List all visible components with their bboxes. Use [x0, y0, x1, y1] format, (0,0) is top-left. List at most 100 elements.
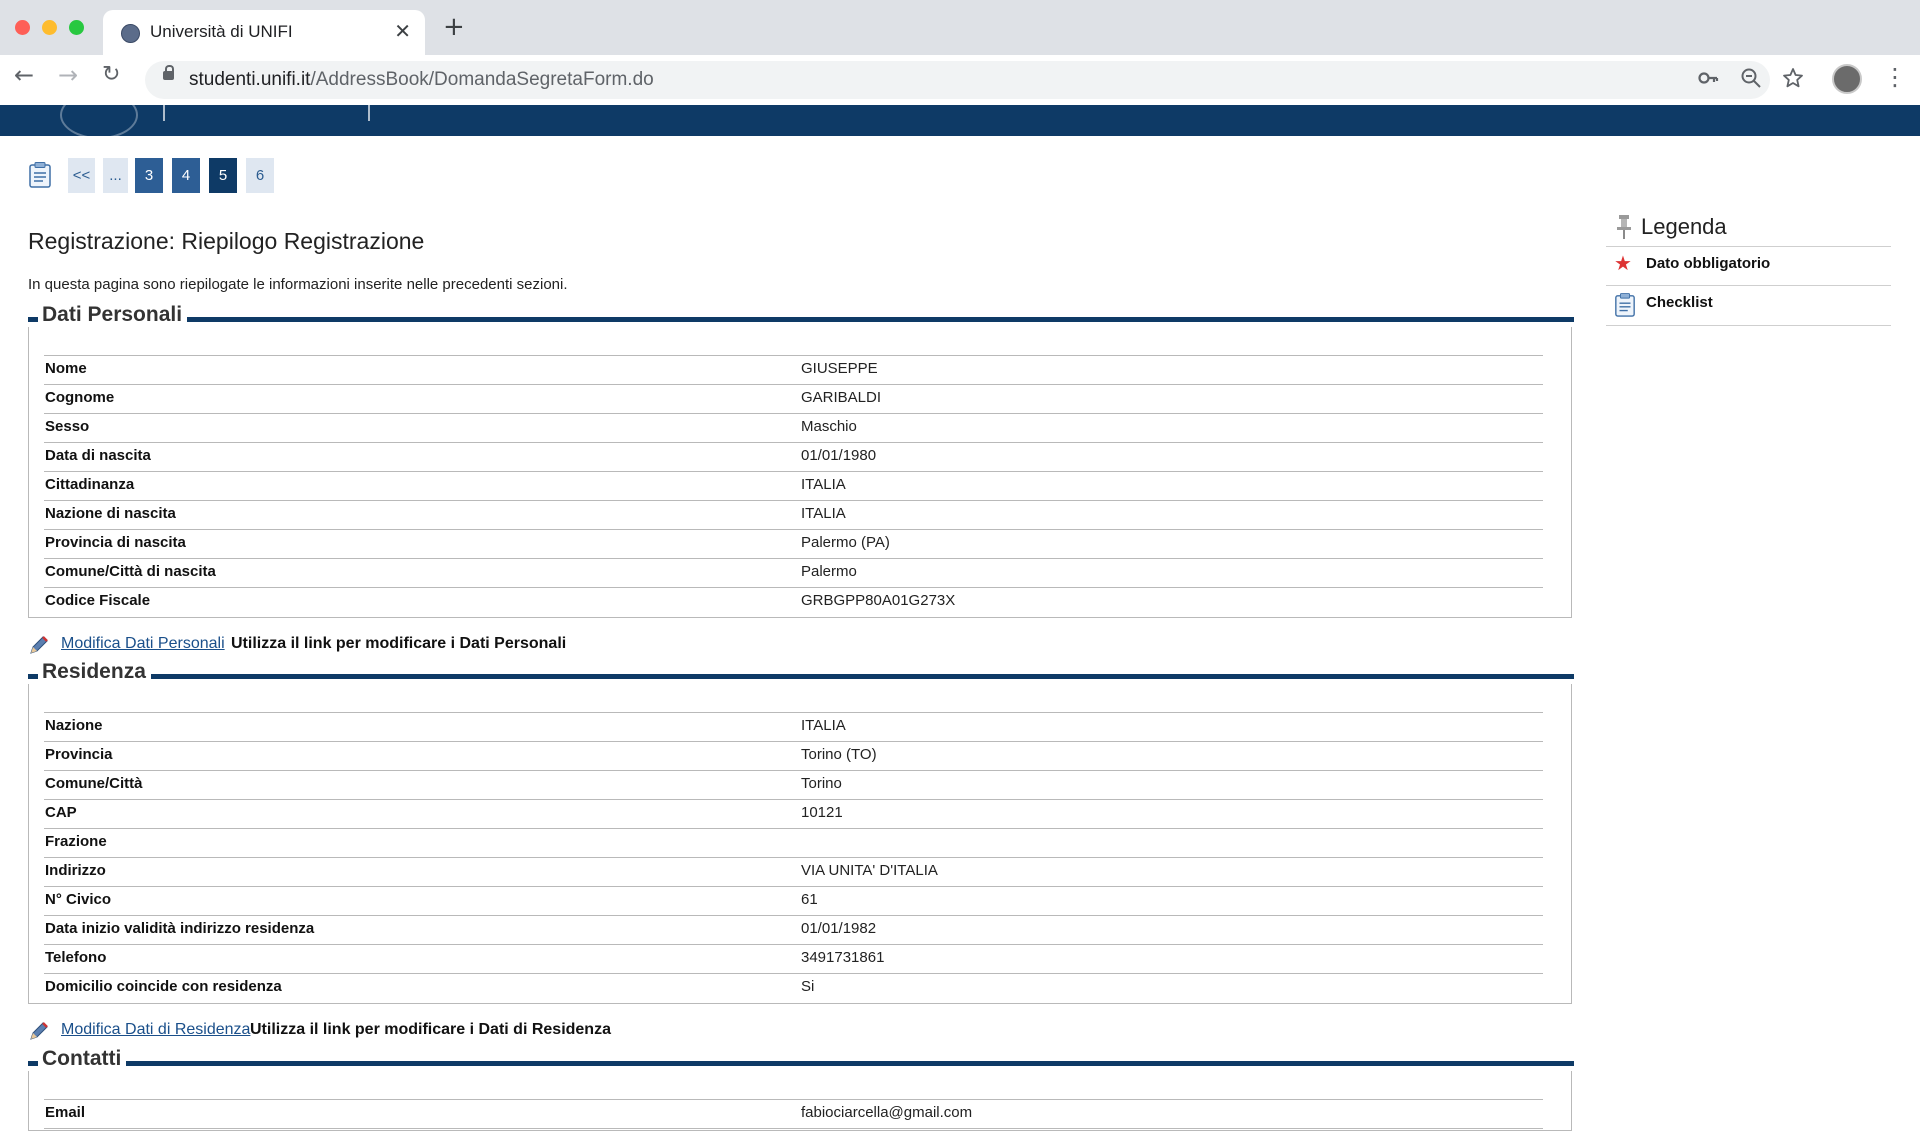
table-row: Provincia Torino (TO): [44, 742, 1543, 771]
url-text[interactable]: studenti.unifi.it/AddressBook/DomandaSeg…: [189, 69, 654, 91]
row-label: N° Civico: [45, 891, 112, 908]
row-value: VIA UNITA' D'ITALIA: [801, 862, 938, 879]
section-rule: [28, 1061, 1574, 1066]
dati-personali-section: Dati Personali Nome GIUSEPPE Cognome GARIB…: [28, 303, 1574, 618]
row-label: Email: [45, 1104, 86, 1121]
row-value: fabiociarcella@gmail.com: [801, 1104, 973, 1121]
step-6[interactable]: 6: [246, 158, 274, 193]
table-row: Telefono 3491731861: [44, 945, 1543, 974]
modifica-dati-residenza-link[interactable]: Modifica Dati di Residenza: [61, 1021, 250, 1039]
page-title: Registrazione: Riepilogo Registrazione: [28, 228, 425, 254]
row-label: Cittadinanza: [45, 476, 135, 493]
residenza-section: Residenza Nazione ITALIA Provincia Torino …: [28, 660, 1574, 1004]
row-value: Maschio: [801, 418, 857, 435]
table-row: Provincia di nascita Palermo (PA): [44, 530, 1543, 559]
step-more[interactable]: ...: [103, 158, 128, 193]
row-value: ITALIA: [801, 717, 846, 734]
edit-description: Utilizza il link per modificare i Dati P…: [231, 635, 567, 652]
row-value: Torino (TO): [801, 746, 877, 763]
residenza-table: Nazione ITALIA Provincia Torino (TO) Comun…: [44, 712, 1543, 1002]
close-tab-icon[interactable]: ✕: [394, 19, 411, 43]
reload-icon[interactable]: ↻: [102, 64, 120, 86]
header-divider: [368, 105, 370, 121]
row-label: Nome: [45, 360, 87, 377]
page-intro: In questa pagina sono riepilogate le inf…: [28, 276, 568, 293]
row-label: Telefono: [45, 949, 107, 966]
row-value: 3491731861: [801, 949, 885, 966]
contatti-section: Contatti Email fabiociarcella@gmail.com: [28, 1047, 1574, 1131]
table-row: Data inizio validità indirizzo residenza…: [44, 916, 1543, 945]
modifica-dati-personali-link[interactable]: Modifica Dati Personali: [61, 635, 225, 653]
table-row: Nazione ITALIA: [44, 713, 1543, 742]
table-row: Nome GIUSEPPE: [44, 356, 1543, 385]
back-arrow-icon[interactable]: ←: [14, 63, 34, 87]
profile-avatar[interactable]: [1832, 64, 1862, 94]
row-label: CAP: [45, 804, 77, 821]
legend-label: Checklist: [1646, 294, 1713, 311]
row-label: Comune/Città di nascita: [45, 563, 216, 580]
site-header-banner: [0, 91, 1920, 139]
step-3[interactable]: 3: [135, 158, 163, 193]
edit-description: Utilizza il link per modificare i Dati d…: [250, 1021, 611, 1038]
step-5-current: 5: [209, 158, 237, 193]
unifi-favicon-icon: [121, 24, 140, 43]
checklist-icon: [1614, 292, 1636, 322]
pencil-icon: [28, 1020, 50, 1042]
section-legend: Dati Personali: [38, 303, 188, 327]
table-row: Cognome GARIBALDI: [44, 385, 1543, 414]
row-value: Torino: [801, 775, 842, 792]
minimize-window-button[interactable]: [42, 20, 57, 35]
row-value: GIUSEPPE: [801, 360, 878, 377]
row-value: 01/01/1982: [801, 920, 877, 937]
checklist-icon[interactable]: [28, 161, 52, 189]
browser-toolbar: ← → ↻ studenti.unifi.it/AddressBook/Doma…: [0, 55, 1920, 106]
step-first[interactable]: <<: [68, 158, 95, 193]
table-row: Comune/Città di nascita Palermo: [44, 559, 1543, 588]
table-row: Nazione di nascita ITALIA: [44, 501, 1543, 530]
key-icon[interactable]: [1697, 67, 1719, 94]
row-label: Cognome: [45, 389, 115, 406]
row-value: ITALIA: [801, 505, 846, 522]
step-4[interactable]: 4: [172, 158, 200, 193]
table-row: Cittadinanza ITALIA: [44, 472, 1543, 501]
browser-tab[interactable]: Università di UNIFI ✕: [103, 10, 425, 55]
forward-arrow-icon[interactable]: →: [58, 63, 78, 87]
table-row: Data di nascita 01/01/1980: [44, 443, 1543, 472]
row-value: 01/01/1980: [801, 447, 877, 464]
new-tab-icon[interactable]: +: [443, 14, 465, 40]
section-legend: Contatti: [38, 1047, 127, 1071]
section-legend: Residenza: [38, 660, 151, 684]
row-value: Palermo (PA): [801, 534, 890, 551]
pencil-icon: [28, 634, 50, 656]
browser-menu-icon[interactable]: ⋮: [1883, 63, 1907, 91]
row-value: GRBGPP80A01G273X: [801, 592, 956, 609]
table-row: Email fabiociarcella@gmail.com: [44, 1100, 1543, 1129]
legend-item-required: ★ Dato obbligatorio: [1606, 246, 1891, 286]
row-label: Provincia: [45, 746, 113, 763]
table-row: Codice Fiscale GRBGPP80A01G273X: [44, 588, 1543, 616]
table-row: Domicilio coincide con residenza Si: [44, 974, 1543, 1002]
pin-icon: [1616, 214, 1632, 240]
required-star-icon: ★: [1614, 251, 1632, 275]
tab-title: Università di UNIFI: [150, 22, 293, 41]
row-label: Data di nascita: [45, 447, 151, 464]
maximize-window-button[interactable]: [69, 20, 84, 35]
zoom-out-icon[interactable]: [1740, 67, 1762, 94]
bookmark-star-icon[interactable]: [1782, 67, 1804, 94]
row-value: 61: [801, 891, 818, 908]
header-divider: [163, 105, 165, 121]
contatti-table: Email fabiociarcella@gmail.com: [44, 1099, 1543, 1129]
address-bar[interactable]: studenti.unifi.it/AddressBook/DomandaSeg…: [145, 61, 1803, 99]
section-rule: [28, 674, 1574, 679]
close-window-button[interactable]: [15, 20, 30, 35]
row-value: Si: [801, 978, 815, 995]
row-label: Comune/Città: [45, 775, 143, 792]
row-value: Palermo: [801, 563, 857, 580]
legenda-title: Legenda: [1641, 214, 1727, 239]
row-label: Frazione: [45, 833, 107, 850]
legend-item-checklist: Checklist: [1606, 285, 1891, 326]
university-seal-logo: [60, 91, 138, 139]
row-value: ITALIA: [801, 476, 846, 493]
table-row: Frazione: [44, 829, 1543, 858]
row-value: 10121: [801, 804, 843, 821]
